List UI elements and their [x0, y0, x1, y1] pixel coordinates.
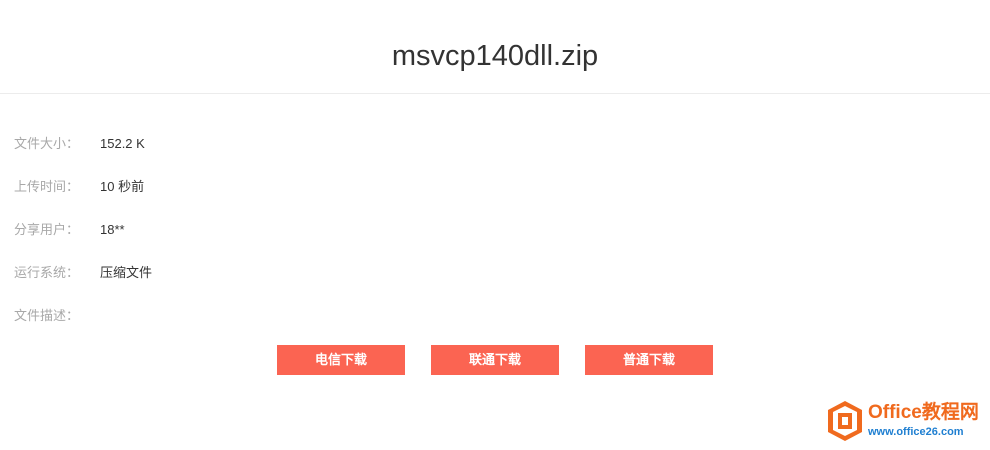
info-value: 压缩文件 [100, 265, 153, 280]
telecom-download-button[interactable]: 电信下载 [277, 345, 405, 375]
office-watermark: Office教程网 www.office26.com [826, 398, 986, 444]
info-label: 运行系统： [14, 265, 80, 280]
unicom-download-button[interactable]: 联通下载 [431, 345, 559, 375]
office-logo-icon [828, 401, 862, 441]
info-value: 152.2 K [100, 136, 145, 151]
info-label: 分享用户： [14, 222, 80, 237]
normal-download-button[interactable]: 普通下载 [585, 345, 713, 375]
info-label: 文件大小： [14, 136, 80, 151]
page-header: msvcp140dll.zip [0, 0, 990, 94]
info-value: 10 秒前 [100, 179, 145, 194]
info-label: 上传时间： [14, 179, 80, 194]
watermark-url: www.office26.com [868, 426, 964, 438]
info-value: 18** [100, 222, 125, 237]
file-title: msvcp140dll.zip [391, 40, 599, 72]
watermark-name: Office教程网 [868, 402, 979, 423]
info-label: 文件描述： [14, 308, 80, 323]
